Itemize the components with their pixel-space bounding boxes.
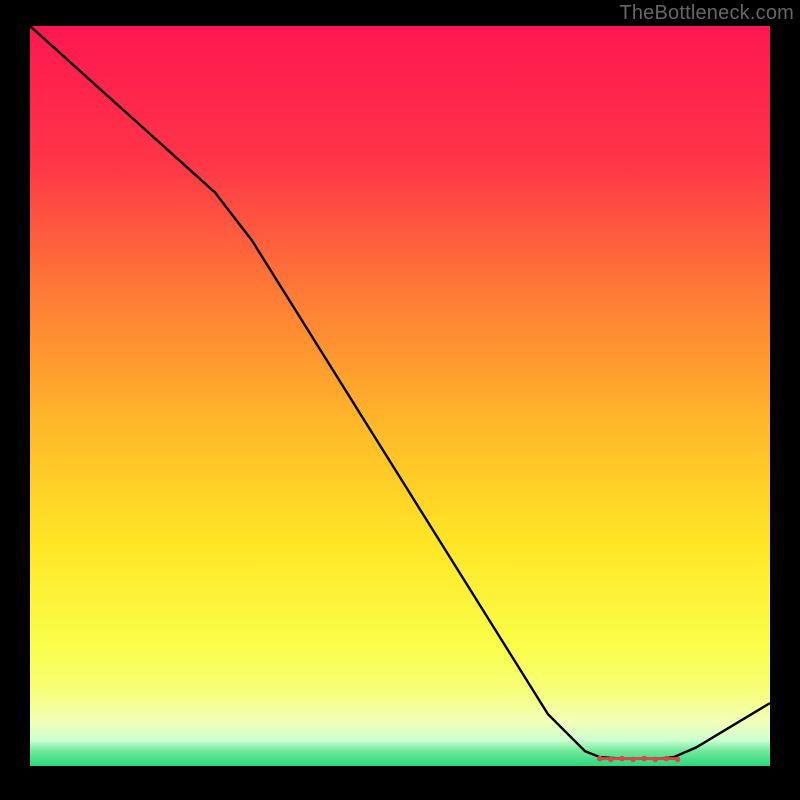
trough-marker <box>608 757 614 763</box>
trough-marker <box>675 757 681 763</box>
trough-marker <box>653 757 659 763</box>
trough-marker <box>619 756 625 762</box>
trough-marker <box>630 757 636 763</box>
chart-frame: TheBottleneck.com <box>0 0 800 800</box>
bottleneck-chart <box>30 26 770 766</box>
attribution-label: TheBottleneck.com <box>619 2 794 25</box>
gradient-background <box>30 26 770 766</box>
trough-marker <box>597 756 603 762</box>
trough-marker <box>641 756 647 762</box>
trough-marker <box>664 756 670 762</box>
